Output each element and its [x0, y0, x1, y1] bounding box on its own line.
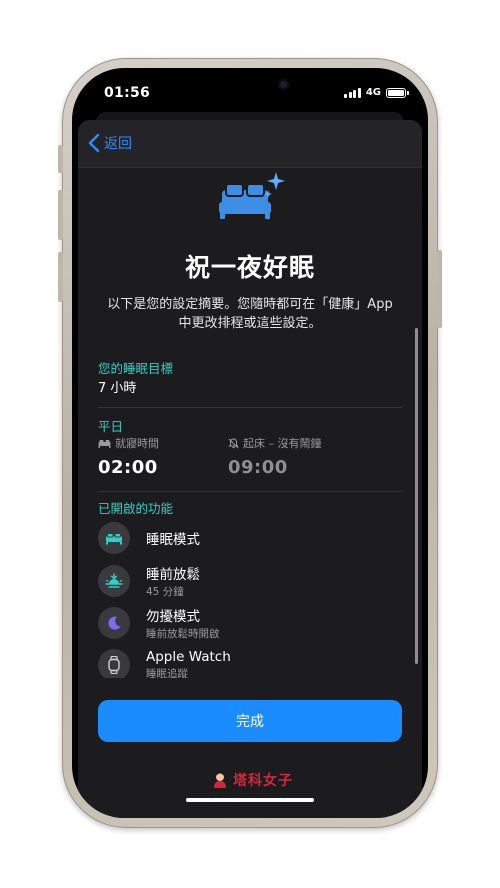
bed-icon	[98, 439, 111, 448]
watermark-logo-icon	[214, 772, 226, 788]
silent-switch	[58, 145, 63, 173]
done-button[interactable]: 完成	[98, 700, 402, 742]
feature-wind-down: 睡前放鬆 45 分鐘	[98, 561, 402, 601]
sunset-icon	[98, 565, 130, 597]
summary-content: 祝一夜好眠 以下是您的設定摘要。您隨時都可在「健康」App 中更改排程或這些設定…	[78, 168, 422, 678]
bell-slash-icon	[228, 437, 239, 448]
feature-subtitle: 45 分鐘	[146, 586, 184, 598]
watch-icon	[98, 649, 130, 678]
battery-icon	[386, 87, 409, 98]
status-bar: 01:56 4G	[72, 68, 428, 118]
status-time: 01:56	[104, 85, 151, 101]
page-title: 祝一夜好眠	[184, 253, 315, 282]
feature-do-not-disturb: 勿擾模式 睡前放鬆時開啟	[98, 603, 402, 643]
feature-title: 勿擾模式	[146, 609, 200, 625]
wake-block: 起床 – 沒有鬧鐘 09:00	[228, 435, 322, 478]
feature-subtitle: 睡眠追蹤	[146, 668, 188, 678]
bedtime-value: 02:00	[98, 457, 158, 478]
sleep-goal-label: 您的睡眠目標	[98, 361, 174, 376]
power-button	[437, 250, 442, 328]
back-button[interactable]: 返回	[88, 133, 132, 153]
phone-screen: 01:56 4G 返回 祝一夜好眠 以下是您的設定摘要。您隨時都可在「健康」Ap…	[72, 68, 428, 818]
bed-icon	[98, 522, 130, 554]
moon-icon	[98, 607, 130, 639]
bedtime-block: 就寢時間 02:00	[98, 435, 159, 478]
back-label: 返回	[104, 136, 132, 152]
page-description: 以下是您的設定摘要。您隨時都可在「健康」App 中更改排程或這些設定。	[107, 297, 393, 331]
features-label: 已開啟的功能	[98, 501, 174, 516]
status-indicators: 4G	[344, 87, 409, 98]
volume-down-button	[58, 252, 63, 302]
watermark: 塔科女子	[211, 770, 293, 790]
wake-value: 09:00	[228, 457, 288, 478]
feature-apple-watch: Apple Watch 睡眠追蹤	[98, 645, 402, 678]
scrollbar[interactable]	[415, 328, 418, 664]
nav-bar: 返回	[78, 120, 422, 168]
wake-label: 起床 – 沒有鬧鐘	[243, 437, 322, 450]
feature-subtitle: 睡前放鬆時開啟	[146, 628, 220, 640]
schedule-label: 平日	[98, 419, 124, 434]
sleep-summary-sheet: 返回 祝一夜好眠 以下是您的設定摘要。您隨時都可在「健康」App 中更改排程或這…	[78, 120, 422, 818]
volume-up-button	[58, 190, 63, 240]
watermark-text: 塔科女子	[233, 773, 293, 789]
bed-sparkles-icon	[219, 172, 285, 219]
network-type: 4G	[365, 87, 381, 98]
divider	[98, 407, 402, 408]
feature-title: 睡眠模式	[146, 532, 200, 548]
chevron-left-icon	[88, 133, 100, 153]
front-camera	[278, 79, 289, 90]
home-indicator[interactable]	[186, 798, 314, 802]
feature-sleep-mode: 睡眠模式	[98, 518, 402, 558]
bedtime-label: 就寢時間	[115, 437, 159, 450]
divider	[98, 491, 402, 492]
feature-title: 睡前放鬆	[146, 567, 200, 583]
signal-icon	[344, 87, 361, 98]
feature-title: Apple Watch	[146, 649, 231, 665]
sleep-goal-value: 7 小時	[98, 381, 137, 396]
